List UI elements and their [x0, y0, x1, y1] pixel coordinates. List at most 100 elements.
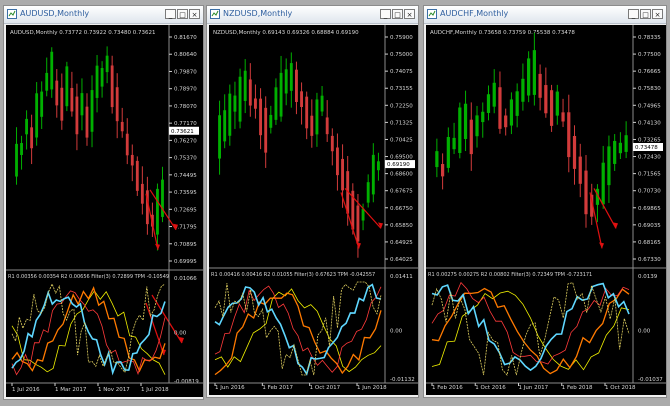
window-titlebar[interactable]: AUDUSD,Monthly _ □ × [4, 6, 203, 24]
price-tick-label: 0.67675 [390, 189, 413, 195]
price-tick-label: 0.74495 [174, 173, 197, 179]
price-tick-label: 0.73595 [174, 190, 197, 196]
candle-body [469, 119, 473, 155]
chart-area[interactable]: AUDUSD,Monthly 0.73772 0.73922 0.73480 0… [6, 25, 203, 397]
candle-body [120, 121, 124, 132]
candle-body [463, 103, 468, 139]
indicator-label: R1 0.00275 0.00275 R2 0.00802 Filter(3) … [428, 272, 592, 278]
candle-body [50, 51, 54, 90]
price-tick-label: 0.72695 [174, 207, 197, 213]
price-tick-label: 0.73155 [390, 86, 413, 92]
price-tick-label: 0.79870 [174, 69, 197, 75]
candle-body [30, 127, 34, 149]
current-price-label: 0.73478 [635, 145, 658, 151]
price-tick-label: 0.68165 [638, 240, 661, 246]
candle-body [135, 160, 139, 191]
price-tick-label: 0.81670 [174, 35, 197, 41]
candle-body [40, 91, 44, 117]
candle-body [561, 112, 565, 122]
candle-body [295, 69, 298, 102]
candle-body [446, 137, 450, 168]
indicator-tick-label: -0.01037 [638, 377, 663, 383]
time-tick-label: 1 Oct 2016 [475, 385, 506, 391]
candle-body [35, 93, 39, 138]
price-tick-label: 0.64025 [390, 257, 413, 263]
indicator-axis: 0.01066 0.00 -0.00819 [168, 268, 199, 385]
indicator-tick-label: 0.00 [390, 329, 403, 335]
candle-body [572, 136, 577, 169]
time-tick-label: 1 Jun 2016 [215, 385, 245, 391]
chart-window-nzdusd[interactable]: NZDUSD,Monthly _ □ × NZDUSD,Monthly 0.69… [206, 5, 419, 398]
maximize-button[interactable]: □ [640, 9, 651, 19]
price-tick-label: 0.64925 [390, 240, 413, 246]
candle-body [85, 106, 89, 138]
chart-area[interactable]: AUDCHF,Monthly 0.73658 0.73759 0.75538 0… [426, 25, 666, 395]
candle-body [613, 140, 617, 164]
current-price-marker: 0.73478 [633, 143, 663, 151]
candle-body [70, 87, 74, 112]
price-tick-label: 0.65850 [390, 223, 413, 229]
candle-body [248, 79, 252, 106]
indicator-line [431, 290, 630, 371]
window-titlebar[interactable]: NZDUSD,Monthly _ □ × [207, 6, 418, 24]
price-tick-label: 0.71325 [390, 120, 413, 126]
current-price-marker: 0.73621 [169, 126, 199, 135]
ohlc-label: NZDUSD,Monthly 0.69143 0.69326 0.68884 0… [213, 30, 359, 36]
chart-area[interactable]: NZDUSD,Monthly 0.69143 0.69326 0.68884 0… [209, 25, 418, 395]
candle-body [75, 96, 79, 135]
candle-body [100, 68, 104, 87]
candle-body [458, 107, 462, 153]
chart-svg[interactable]: NZDUSD,Monthly 0.69143 0.69326 0.68884 0… [209, 25, 418, 395]
price-axis: 0.81670 0.80640 0.79870 0.78970 0.78070 0.771… [168, 25, 197, 268]
chart-window-audusd[interactable]: AUDUSD,Monthly _ □ × AUDUSD,Monthly 0.73… [3, 5, 204, 400]
maximize-button[interactable]: □ [392, 9, 403, 19]
indicator-label: R1 0.00356 0.00354 R2 0.00656 Filter(3) … [8, 274, 169, 280]
minimize-button[interactable]: _ [628, 9, 639, 19]
candle-body [504, 115, 508, 128]
close-button[interactable]: × [652, 9, 663, 19]
candle-body [55, 80, 59, 106]
candle-body [15, 143, 18, 177]
time-tick-label: 1 Jun 2017 [519, 385, 549, 391]
candle-body [25, 118, 28, 135]
candle-body [305, 96, 309, 129]
price-tick-label: 0.75370 [174, 156, 197, 162]
candle-body [607, 146, 611, 186]
window-titlebar[interactable]: AUDCHF,Monthly _ □ × [424, 6, 666, 24]
time-tick-label: 1 Mar 2017 [55, 387, 87, 393]
minimize-button[interactable]: _ [380, 9, 391, 19]
maximize-button[interactable]: □ [177, 9, 188, 19]
chart-svg[interactable]: AUDUSD,Monthly 0.73772 0.73922 0.73480 0… [6, 25, 203, 397]
minimize-button[interactable]: _ [165, 9, 176, 19]
close-button[interactable]: × [189, 9, 200, 19]
candle-body [341, 158, 344, 191]
close-button[interactable]: × [404, 9, 415, 19]
chart-window-icon [210, 9, 220, 19]
candle-body [105, 55, 109, 73]
candle-body [356, 205, 360, 242]
chart-window-icon [7, 9, 17, 19]
indicator-axis: 0.0139 0.00 -0.01037 [632, 268, 663, 383]
chart-window-audchf[interactable]: AUDCHF,Monthly _ □ × AUDCHF,Monthly 0.73… [423, 5, 667, 398]
time-tick-label: 1 Oct 2017 [310, 385, 341, 391]
price-tick-label: 0.70895 [174, 242, 197, 248]
candle-body [527, 58, 531, 96]
indicator-tick-label: 0.01066 [174, 276, 197, 282]
indicator-lines [431, 281, 630, 376]
candle-body [538, 73, 542, 98]
current-price-label: 0.73621 [171, 129, 194, 135]
candle-body [115, 87, 119, 122]
time-tick-label: 1 Jul 2016 [12, 387, 40, 393]
candle-body [366, 182, 370, 203]
time-tick-label: 1 Feb 2018 [562, 385, 593, 391]
price-tick-label: 0.78970 [174, 87, 197, 93]
candle-body [254, 98, 257, 109]
price-tick-label: 0.80640 [174, 52, 197, 58]
price-tick-label: 0.66750 [390, 206, 413, 212]
candle-body [486, 94, 491, 113]
candle-body [330, 135, 334, 152]
chart-svg[interactable]: AUDCHF,Monthly 0.73658 0.73759 0.75538 0… [426, 25, 666, 395]
time-tick-label: 1 Nov 2017 [98, 387, 130, 393]
candle-body [618, 142, 623, 154]
price-tick-label: 0.69995 [174, 259, 197, 265]
